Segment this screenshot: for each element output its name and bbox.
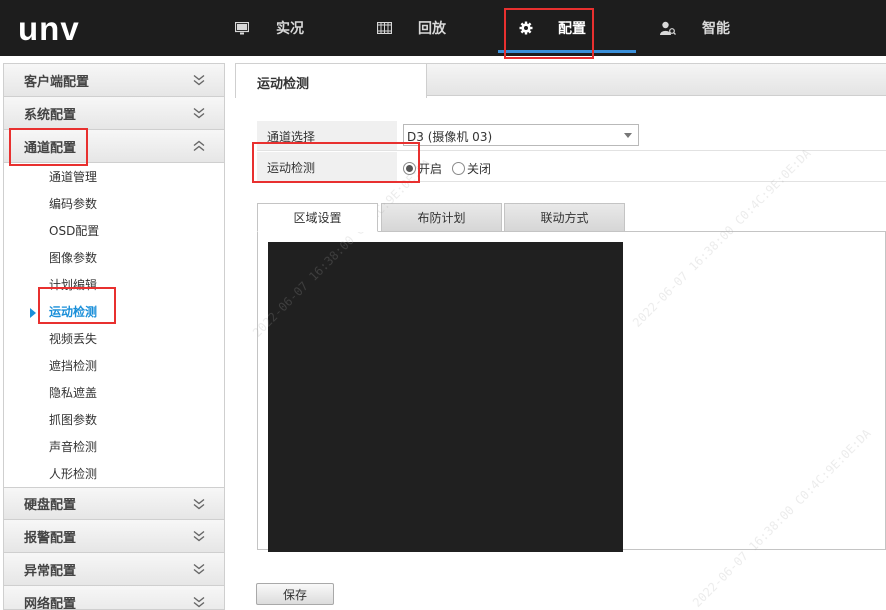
tab-area-settings[interactable]: 区域设置 <box>257 203 378 232</box>
nav-smart[interactable]: 智能 <box>660 0 730 56</box>
sidebar-item-human-detect[interactable]: 人形检测 <box>4 461 224 488</box>
sidebar-group-exception[interactable]: 异常配置 <box>4 553 224 586</box>
radio-disable-label: 关闭 <box>467 162 492 176</box>
motion-detection-row: 运动检测 开启 关闭 <box>257 152 886 182</box>
nav-live-label: 实况 <box>276 21 304 37</box>
gear-icon <box>518 20 534 36</box>
sidebar-item-tamper[interactable]: 遮挡检测 <box>4 353 224 380</box>
sidebar-group-network[interactable]: 网络配置 <box>4 586 224 610</box>
sidebar-item-video-loss[interactable]: 视频丢失 <box>4 326 224 353</box>
main-content: 运动检测 通道选择 D3 (摄像机 03) 运动检测 开启 关闭 区域设置 布防… <box>235 63 886 610</box>
radio-enable[interactable]: 开启 <box>403 160 442 177</box>
sidebar-item-audio-detect[interactable]: 声音检测 <box>4 434 224 461</box>
sidebar-group-disk[interactable]: 硬盘配置 <box>4 487 224 520</box>
radio-enable-label: 开启 <box>418 162 443 176</box>
nav-active-indicator <box>498 50 636 53</box>
tab-motion-detection[interactable]: 运动检测 <box>235 64 427 98</box>
sidebar-group-label: 硬盘配置 <box>24 498 77 513</box>
config-sidebar: 客户端配置 系统配置 通道配置 通道管理 编码参数 OSD配置 图像参数 计划编… <box>3 63 225 610</box>
sidebar-channel-submenu: 通道管理 编码参数 OSD配置 图像参数 计划编辑 运动检测 视频丢失 遮挡检测… <box>4 163 224 487</box>
monitor-icon <box>234 20 250 36</box>
page-tab-bar: 运动检测 <box>235 63 886 98</box>
chevron-down-icon <box>193 107 205 119</box>
chevron-down-icon <box>193 498 205 509</box>
sidebar-item-channel-manage[interactable]: 通道管理 <box>4 164 224 191</box>
sidebar-group-system[interactable]: 系统配置 <box>4 97 224 130</box>
chevron-down-icon <box>193 596 205 608</box>
sidebar-group-alarm[interactable]: 报警配置 <box>4 520 224 553</box>
chevron-up-icon <box>193 140 205 152</box>
sidebar-group-label: 通道配置 <box>24 140 77 156</box>
tab-arming-schedule[interactable]: 布防计划 <box>381 203 502 232</box>
save-button[interactable]: 保存 <box>256 583 334 605</box>
active-marker-icon <box>30 308 36 318</box>
sidebar-item-osd[interactable]: OSD配置 <box>4 218 224 245</box>
dropdown-caret-icon <box>624 133 632 138</box>
chevron-down-icon <box>193 563 205 575</box>
nav-smart-label: 智能 <box>702 21 730 37</box>
sidebar-group-label: 异常配置 <box>24 563 77 579</box>
channel-select-value: D3 (摄像机 03) <box>407 130 493 144</box>
sidebar-item-image[interactable]: 图像参数 <box>4 245 224 272</box>
film-strip-icon <box>376 20 392 36</box>
person-search-icon <box>660 20 676 36</box>
radio-disable[interactable]: 关闭 <box>452 160 491 177</box>
sidebar-item-label: 运动检测 <box>49 305 98 319</box>
video-preview[interactable] <box>268 242 623 552</box>
sidebar-item-snapshot[interactable]: 抓图参数 <box>4 407 224 434</box>
channel-select-dropdown[interactable]: D3 (摄像机 03) <box>403 124 639 146</box>
tab-linkage[interactable]: 联动方式 <box>504 203 625 232</box>
sidebar-group-label: 客户端配置 <box>24 74 90 90</box>
nav-config[interactable]: 配置 <box>518 0 586 56</box>
sidebar-group-label: 网络配置 <box>24 596 77 610</box>
sidebar-item-privacy-mask[interactable]: 隐私遮盖 <box>4 380 224 407</box>
sidebar-item-schedule-edit[interactable]: 计划编辑 <box>4 272 224 299</box>
nav-playback-label: 回放 <box>418 21 446 37</box>
radio-checked-icon <box>403 162 416 175</box>
nav-playback[interactable]: 回放 <box>376 0 446 56</box>
sidebar-group-channel[interactable]: 通道配置 <box>4 130 224 163</box>
area-settings-panel <box>257 231 886 552</box>
chevron-down-icon <box>193 530 205 542</box>
nav-live[interactable]: 实况 <box>234 0 304 56</box>
sidebar-item-motion-detection[interactable]: 运动检测 <box>4 299 224 326</box>
top-nav-bar: unv 实况 回放 配置 智能 <box>0 0 886 56</box>
radio-unchecked-icon <box>452 162 465 175</box>
sidebar-item-encoding[interactable]: 编码参数 <box>4 191 224 218</box>
motion-detection-label: 运动检测 <box>257 152 397 181</box>
sidebar-group-label: 系统配置 <box>24 107 77 123</box>
brand-logo: unv <box>18 10 80 47</box>
sidebar-group-label: 报警配置 <box>24 530 77 546</box>
channel-select-row: 通道选择 D3 (摄像机 03) <box>257 121 886 151</box>
nav-config-label: 配置 <box>558 21 586 37</box>
chevron-down-icon <box>193 74 205 86</box>
sidebar-group-client[interactable]: 客户端配置 <box>4 64 224 97</box>
channel-select-label: 通道选择 <box>257 121 397 150</box>
